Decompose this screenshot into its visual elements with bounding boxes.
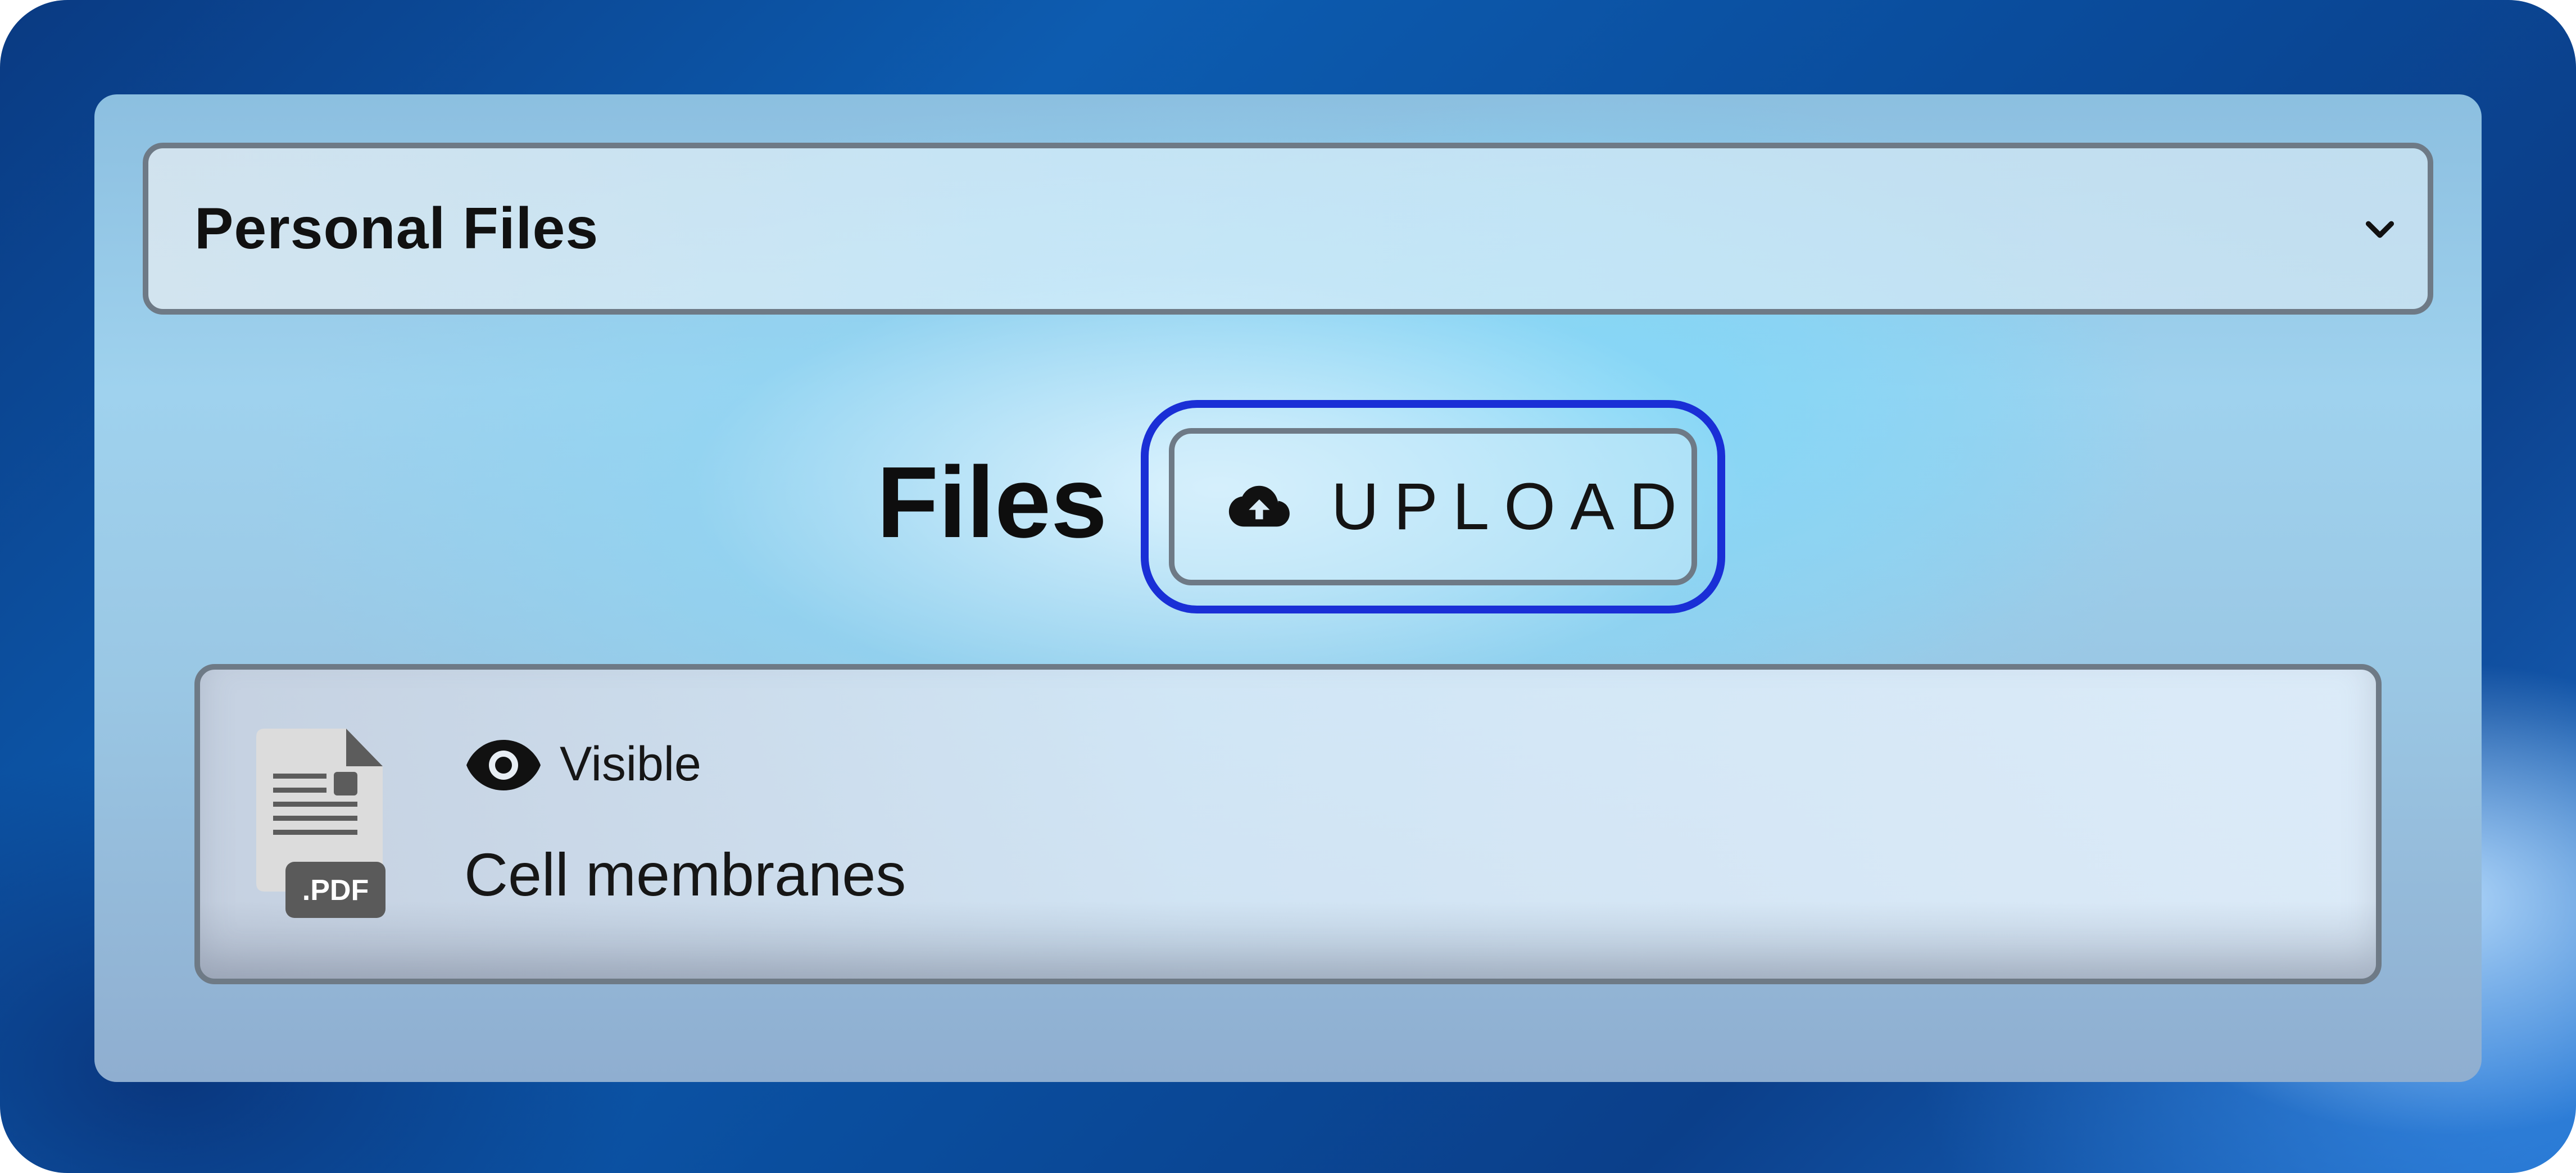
file-name: Cell membranes	[464, 840, 906, 908]
visibility-status: Visible	[560, 737, 701, 791]
eye-icon[interactable]	[464, 737, 543, 793]
folder-select[interactable]: Personal Files	[143, 143, 2433, 315]
desktop-background: Personal Files Files UPLOAD .PDF Visible…	[0, 0, 2576, 1173]
pdf-file-icon: .PDF	[256, 729, 386, 918]
folder-select-value: Personal Files	[194, 196, 599, 261]
upload-button[interactable]: UPLOAD	[1169, 428, 1697, 585]
upload-button-label: UPLOAD	[1331, 470, 1691, 544]
chevron-down-icon	[2365, 221, 2394, 238]
pdf-badge: .PDF	[302, 874, 369, 907]
cloud-upload-icon	[1228, 485, 1290, 527]
file-card[interactable]: .PDF Visible Cell membranes	[194, 664, 2382, 984]
files-heading: Files	[877, 446, 1108, 559]
